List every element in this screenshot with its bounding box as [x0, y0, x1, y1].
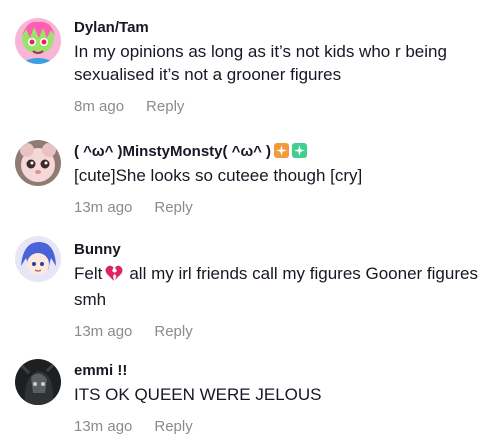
- comment-text-before: Felt: [74, 264, 103, 283]
- avatar[interactable]: [15, 18, 61, 64]
- comment-meta: 13m ago Reply: [74, 323, 484, 341]
- comment-meta: 13m ago Reply: [74, 199, 484, 217]
- reply-button[interactable]: Reply: [154, 199, 192, 216]
- comment-text-after: all my irl friends call my figures Goone…: [74, 264, 478, 309]
- reply-button[interactable]: Reply: [154, 323, 192, 340]
- broken-heart-icon: [105, 265, 123, 288]
- comment-text: Felt all my irl friends call my figures G…: [74, 262, 484, 311]
- reply-button[interactable]: Reply: [146, 98, 184, 115]
- comment-timestamp: 13m ago: [74, 418, 133, 435]
- comment-username[interactable]: ( ^ω^ )MinstyMonsty( ^ω^ ): [74, 143, 484, 161]
- comment-timestamp: 13m ago: [74, 323, 133, 340]
- avatar-image: [15, 236, 61, 282]
- comment-text: [cute]She looks so cuteee though [cry]: [74, 166, 363, 185]
- comment-username[interactable]: Dylan/Tam: [74, 19, 484, 37]
- comment-text: ITS OK QUEEN WERE JELOUS: [74, 385, 322, 404]
- comment-username-text: ( ^ω^ )MinstyMonsty( ^ω^ ): [74, 143, 272, 160]
- sparkle-orange-icon: [274, 143, 290, 158]
- avatar[interactable]: [15, 140, 61, 186]
- avatar[interactable]: [15, 236, 61, 282]
- sparkle-green-icon: [292, 143, 308, 158]
- comment-text: In my opinions as long as it’s not kids …: [74, 42, 447, 84]
- reply-button[interactable]: Reply: [154, 418, 192, 435]
- avatar-image: [15, 18, 61, 64]
- comment-timestamp: 8m ago: [74, 98, 125, 115]
- comment-timestamp: 13m ago: [74, 199, 133, 216]
- avatar-image: [15, 140, 61, 186]
- avatar[interactable]: [15, 359, 61, 405]
- comment-username[interactable]: Bunny: [74, 241, 484, 259]
- comment-meta: 13m ago Reply: [74, 418, 484, 436]
- comment-username[interactable]: emmi !!: [74, 362, 484, 380]
- comment-meta: 8m ago Reply: [74, 98, 484, 116]
- avatar-image: [15, 359, 61, 405]
